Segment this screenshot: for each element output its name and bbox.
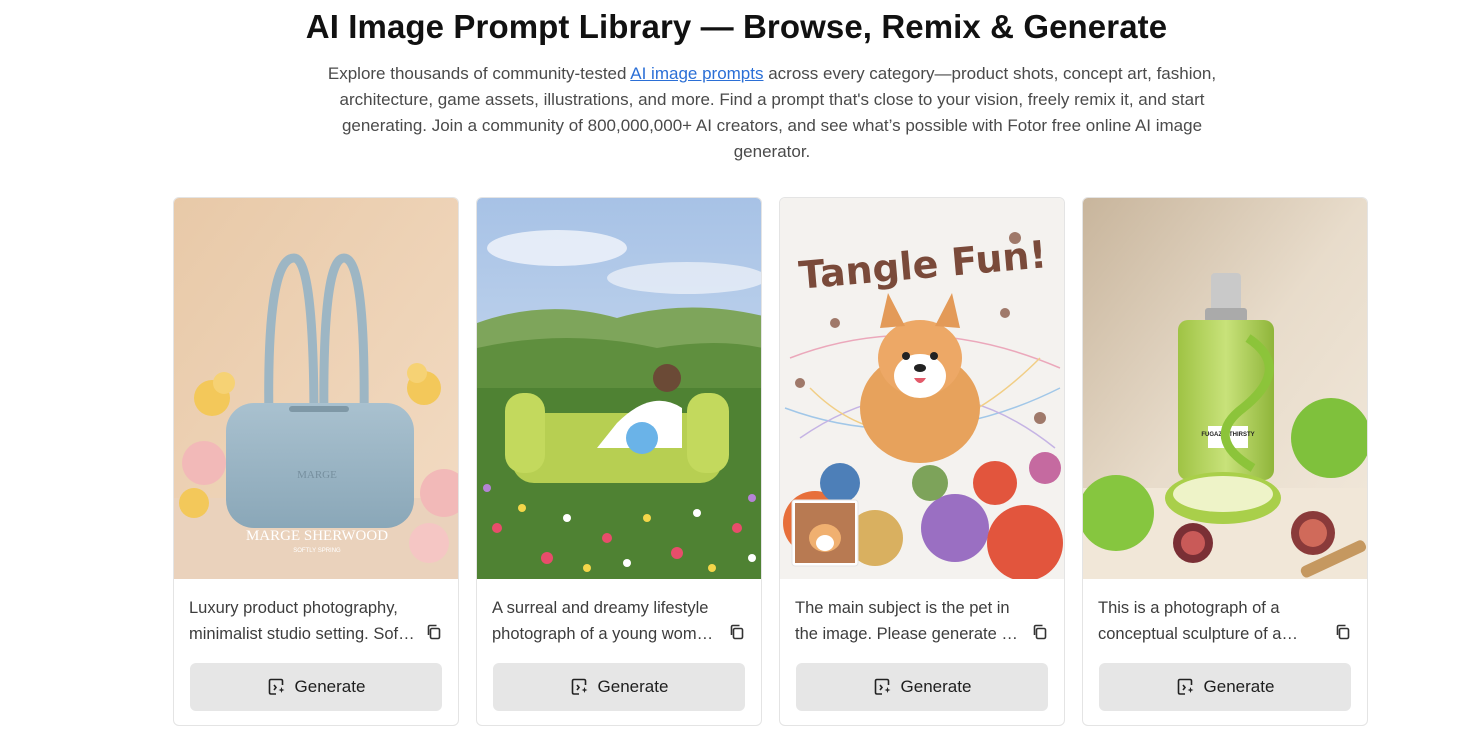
prompt-description-row: A surreal and dreamy lifestyle photograp… bbox=[477, 595, 761, 647]
intro-paragraph: Explore thousands of community-tested AI… bbox=[322, 61, 1222, 165]
ai-image-prompts-link[interactable]: AI image prompts bbox=[630, 64, 763, 83]
prompt-description-row: Luxury product photography, minimalist s… bbox=[174, 595, 458, 647]
prompt-library-page: AI Image Prompt Library — Browse, Remix … bbox=[0, 0, 1473, 737]
generate-button[interactable]: Generate bbox=[1099, 663, 1351, 711]
copy-icon[interactable] bbox=[426, 624, 442, 640]
prompt-card[interactable]: FUGAZZI THIRSTY This is a photograph of … bbox=[1082, 197, 1368, 726]
prompt-card[interactable]: A surreal and dreamy lifestyle photograp… bbox=[476, 197, 762, 726]
prompt-image-handbag[interactable]: MARGE MARGE SHERWOOD SOFTLY SPRING bbox=[174, 198, 458, 579]
prompt-description: This is a photograph of a conceptual scu… bbox=[1098, 599, 1282, 643]
copy-icon[interactable] bbox=[1335, 624, 1351, 640]
prompt-card-grid: MARGE MARGE SHERWOOD SOFTLY SPRING Luxur… bbox=[173, 197, 1373, 726]
prompt-description: A surreal and dreamy lifestyle photograp… bbox=[492, 599, 715, 643]
prompt-card[interactable]: MARGE MARGE SHERWOOD SOFTLY SPRING Luxur… bbox=[173, 197, 459, 726]
generate-icon bbox=[570, 677, 590, 697]
prompt-description-row: The main subject is the pet in the image… bbox=[780, 595, 1064, 647]
prompt-card[interactable]: Tangle Fun! The main subject is the pet … bbox=[779, 197, 1065, 726]
prompt-description-row: This is a photograph of a conceptual scu… bbox=[1083, 595, 1367, 647]
intro-text-start: Explore thousands of community-tested bbox=[327, 64, 631, 83]
prompt-image-corgi[interactable]: Tangle Fun! bbox=[780, 198, 1064, 579]
generate-label: Generate bbox=[294, 677, 366, 696]
generate-button[interactable]: Generate bbox=[190, 663, 442, 711]
image-brand-sublabel: SOFTLY SPRING bbox=[293, 548, 341, 554]
generate-button[interactable]: Generate bbox=[796, 663, 1048, 711]
generate-label: Generate bbox=[900, 677, 972, 696]
prompt-image-perfume[interactable]: FUGAZZI THIRSTY bbox=[1083, 198, 1367, 579]
generate-label: Generate bbox=[597, 677, 669, 696]
generate-label: Generate bbox=[1203, 677, 1275, 696]
copy-icon[interactable] bbox=[1032, 624, 1048, 640]
svg-text:MARGE: MARGE bbox=[297, 469, 337, 481]
copy-icon[interactable] bbox=[729, 624, 745, 640]
generate-button[interactable]: Generate bbox=[493, 663, 745, 711]
page-title: AI Image Prompt Library — Browse, Remix … bbox=[305, 8, 1168, 45]
generate-icon bbox=[873, 677, 893, 697]
image-brand-label: MARGE SHERWOOD bbox=[246, 528, 388, 544]
generate-icon bbox=[267, 677, 287, 697]
prompt-description: The main subject is the pet in the image… bbox=[795, 599, 1011, 643]
generate-icon bbox=[1176, 677, 1196, 697]
prompt-description: Luxury product photography, minimalist s… bbox=[189, 599, 403, 643]
prompt-image-meadow[interactable] bbox=[477, 198, 761, 579]
